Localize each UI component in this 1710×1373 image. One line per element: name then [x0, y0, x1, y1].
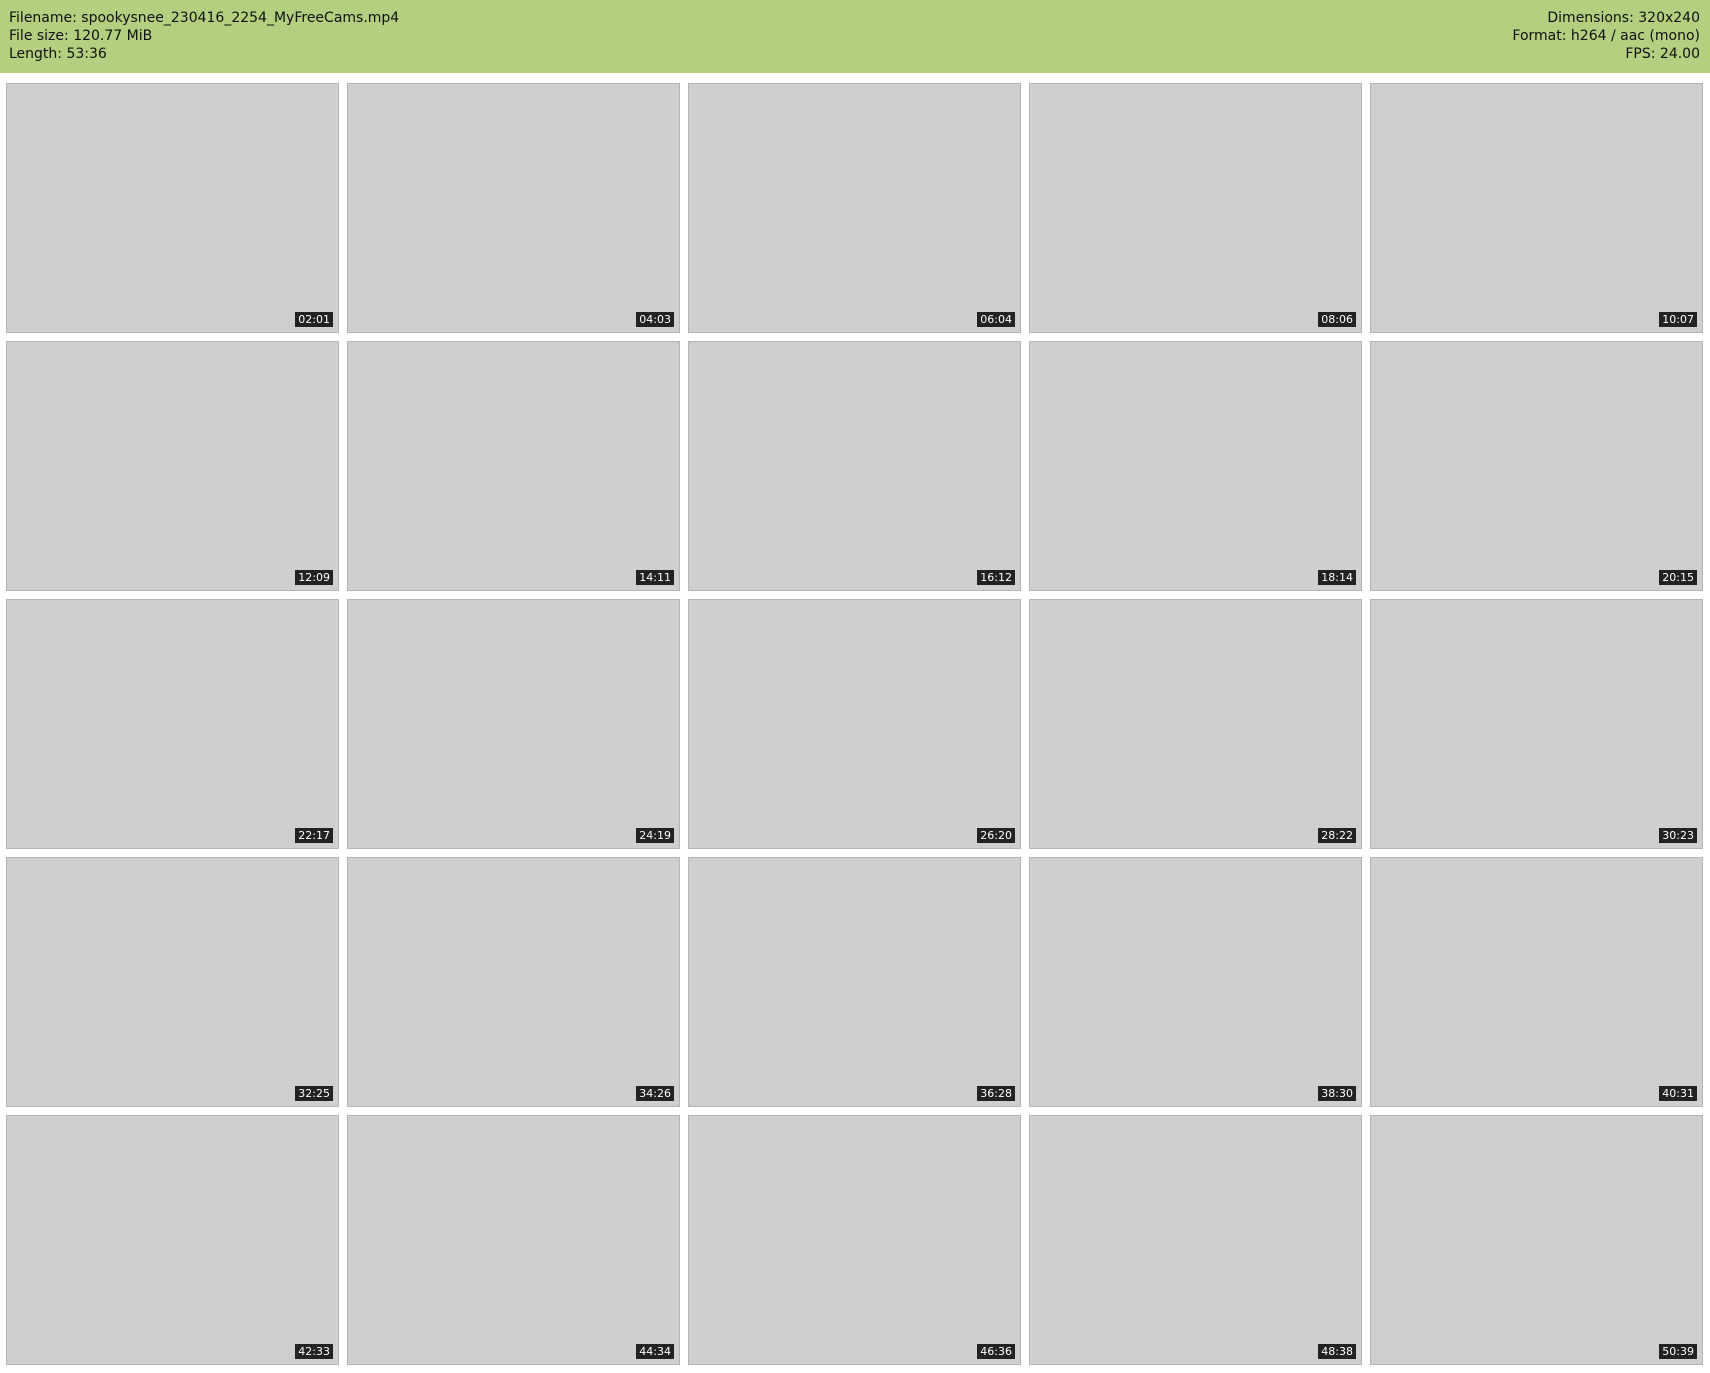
frame-thumbnail: 10:07	[1370, 83, 1703, 333]
frame-placeholder	[1371, 84, 1702, 332]
frame-thumbnail: 04:03	[347, 83, 680, 333]
frame-timestamp: 04:03	[636, 312, 674, 327]
frame-timestamp: 24:19	[636, 828, 674, 843]
dimensions: Dimensions: 320x240	[1547, 10, 1700, 26]
frame-thumbnail: 50:39	[1370, 1115, 1703, 1365]
frame-timestamp: 02:01	[295, 312, 333, 327]
frame-timestamp: 12:09	[295, 570, 333, 585]
frame-thumbnail: 16:12	[688, 341, 1021, 591]
frame-timestamp: 30:23	[1659, 828, 1697, 843]
frame-thumbnail: 36:28	[688, 857, 1021, 1107]
frame-timestamp: 40:31	[1659, 1086, 1697, 1101]
frame-thumbnail: 14:11	[347, 341, 680, 591]
frame-timestamp: 28:22	[1318, 828, 1356, 843]
frame-timestamp: 48:38	[1318, 1344, 1356, 1359]
frame-thumbnail: 02:01	[6, 83, 339, 333]
frame-timestamp: 36:28	[977, 1086, 1015, 1101]
frame-thumbnail: 08:06	[1029, 83, 1362, 333]
frame-timestamp: 10:07	[1659, 312, 1697, 327]
frame-timestamp: 20:15	[1659, 570, 1697, 585]
frame-timestamp: 46:36	[977, 1344, 1015, 1359]
frame-placeholder	[1371, 600, 1702, 848]
frame-placeholder	[1030, 342, 1361, 590]
frame-placeholder	[7, 1116, 338, 1364]
frame-thumbnail: 12:09	[6, 341, 339, 591]
frame-placeholder	[348, 84, 679, 332]
filename: Filename: spookysnee_230416_2254_MyFreeC…	[9, 10, 400, 26]
frame-thumbnail: 18:14	[1029, 341, 1362, 591]
frame-placeholder	[689, 342, 1020, 590]
frame-thumbnail: 46:36	[688, 1115, 1021, 1365]
frame-timestamp: 32:25	[295, 1086, 333, 1101]
frame-placeholder	[689, 858, 1020, 1106]
frame-thumbnail: 40:31	[1370, 857, 1703, 1107]
frame-timestamp: 26:20	[977, 828, 1015, 843]
frame-timestamp: 18:14	[1318, 570, 1356, 585]
frame-placeholder	[689, 600, 1020, 848]
frame-thumbnail: 38:30	[1029, 857, 1362, 1107]
frame-timestamp: 14:11	[636, 570, 674, 585]
frame-timestamp: 06:04	[977, 312, 1015, 327]
frame-placeholder	[1371, 342, 1702, 590]
frame-timestamp: 22:17	[295, 828, 333, 843]
thumbnail-grid: 02:01 04:03 06:04 08:06 10:07 12:09 14:11 16:12…	[6, 83, 1706, 1368]
frame-placeholder	[1030, 600, 1361, 848]
frame-placeholder	[7, 342, 338, 590]
frame-placeholder	[689, 1116, 1020, 1364]
frame-placeholder	[1371, 1116, 1702, 1364]
frame-thumbnail: 48:38	[1029, 1115, 1362, 1365]
frame-thumbnail: 28:22	[1029, 599, 1362, 849]
length: Length: 53:36	[9, 46, 107, 62]
frame-placeholder	[1371, 858, 1702, 1106]
frame-thumbnail: 20:15	[1370, 341, 1703, 591]
frame-timestamp: 38:30	[1318, 1086, 1356, 1101]
frame-placeholder	[348, 858, 679, 1106]
file-size: File size: 120.77 MiB	[9, 28, 153, 44]
frame-placeholder	[7, 84, 338, 332]
metadata-header: Filename: spookysnee_230416_2254_MyFreeC…	[0, 0, 1710, 73]
frame-placeholder	[7, 600, 338, 848]
frame-placeholder	[7, 858, 338, 1106]
frame-timestamp: 50:39	[1659, 1344, 1697, 1359]
frame-timestamp: 08:06	[1318, 312, 1356, 327]
frame-placeholder	[348, 1116, 679, 1364]
frame-thumbnail: 30:23	[1370, 599, 1703, 849]
frame-thumbnail: 32:25	[6, 857, 339, 1107]
frame-timestamp: 42:33	[295, 1344, 333, 1359]
frame-thumbnail: 34:26	[347, 857, 680, 1107]
metadata-right: Dimensions: 320x240 Format: h264 / aac (…	[1512, 9, 1700, 73]
frame-placeholder	[1030, 1116, 1361, 1364]
frame-thumbnail: 24:19	[347, 599, 680, 849]
frame-thumbnail: 06:04	[688, 83, 1021, 333]
frame-placeholder	[1030, 858, 1361, 1106]
frame-timestamp: 16:12	[977, 570, 1015, 585]
metadata-left: Filename: spookysnee_230416_2254_MyFreeC…	[9, 9, 399, 73]
frame-placeholder	[689, 84, 1020, 332]
frame-thumbnail: 26:20	[688, 599, 1021, 849]
frame-thumbnail: 44:34	[347, 1115, 680, 1365]
frame-placeholder	[348, 342, 679, 590]
frame-thumbnail: 22:17	[6, 599, 339, 849]
frame-timestamp: 44:34	[636, 1344, 674, 1359]
frame-thumbnail: 42:33	[6, 1115, 339, 1365]
frame-timestamp: 34:26	[636, 1086, 674, 1101]
frame-placeholder	[1030, 84, 1361, 332]
fps: FPS: 24.00	[1625, 46, 1700, 62]
frame-placeholder	[348, 600, 679, 848]
format: Format: h264 / aac (mono)	[1512, 28, 1700, 44]
